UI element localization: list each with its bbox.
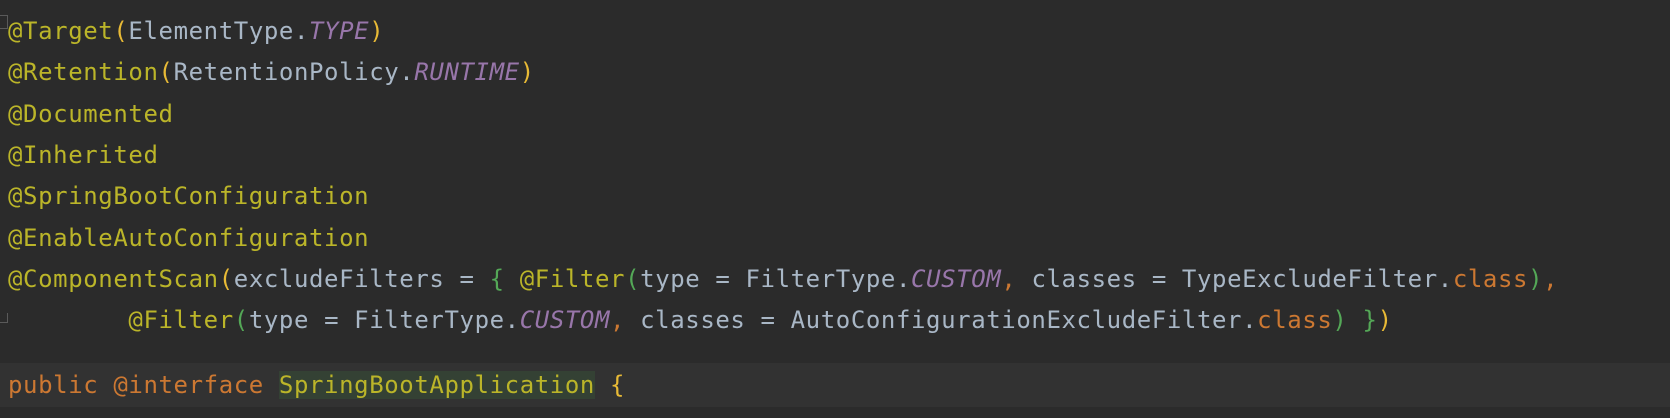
code-line-4[interactable]: @Inherited <box>0 133 1670 177</box>
indent-token <box>8 306 128 334</box>
code-line-6[interactable]: @EnableAutoConfiguration <box>0 216 1670 260</box>
comma-token: , <box>1001 265 1032 293</box>
annotation-token: @SpringBootConfiguration <box>8 182 370 210</box>
plain-token: type = FilterType. <box>640 265 912 293</box>
paren-token: ( <box>218 265 234 293</box>
comma-token: , <box>610 306 641 334</box>
annotation-token: @Documented <box>8 100 174 128</box>
keyword-token: class <box>1257 306 1333 334</box>
brace-token: { <box>610 371 626 399</box>
paren-token: ) <box>1377 306 1393 334</box>
paren-token: ( <box>625 265 641 293</box>
constant-token: TYPE <box>309 17 370 45</box>
keyword-token: public <box>8 371 114 399</box>
plain-token: classes = TypeExcludeFilter. <box>1031 265 1453 293</box>
code-line-3[interactable]: @Documented <box>0 92 1670 136</box>
declaration-name-token: SpringBootApplication <box>278 371 595 399</box>
constant-token: CUSTOM <box>911 265 1002 293</box>
code-line-1[interactable]: @Target(ElementType.TYPE) <box>0 9 1670 53</box>
paren-token: ( <box>158 58 174 86</box>
plain-token: excludeFilters = <box>233 265 490 293</box>
annotation-token: @Target <box>8 17 114 45</box>
paren-token: ( <box>233 306 249 334</box>
constant-token: CUSTOM <box>519 306 611 334</box>
paren-token: ) <box>1332 306 1363 334</box>
code-line-2[interactable]: @Retention(RetentionPolicy.RUNTIME) <box>0 50 1670 94</box>
plain-token: classes = AutoConfigurationExcludeFilter… <box>640 306 1258 334</box>
code-line-9[interactable]: public @interface SpringBootApplication … <box>0 363 1670 407</box>
brace-token: { <box>489 265 520 293</box>
paren-token: ) <box>369 17 385 45</box>
brace-token: } <box>1362 306 1378 334</box>
keyword-token: @interface <box>113 371 279 399</box>
keyword-token: class <box>1452 265 1529 293</box>
plain-token: RetentionPolicy. <box>173 58 415 86</box>
paren-token: ) <box>519 58 535 86</box>
plain-token: type = FilterType. <box>248 306 520 334</box>
paren-token: ( <box>113 17 129 45</box>
constant-token: RUNTIME <box>414 58 520 86</box>
code-editor[interactable]: @Target(ElementType.TYPE) @Retention(Ret… <box>0 0 1670 418</box>
code-line-8[interactable]: @Filter(type = FilterType.CUSTOM, classe… <box>0 298 1670 342</box>
code-line-5[interactable]: @SpringBootConfiguration <box>0 174 1670 218</box>
annotation-token: @Filter <box>128 306 234 334</box>
comma-token: , <box>1543 265 1559 293</box>
paren-token: ) <box>1528 265 1544 293</box>
annotation-token: @Filter <box>519 265 626 293</box>
plain-token: ElementType. <box>128 17 310 45</box>
code-line-7[interactable]: @ComponentScan(excludeFilters = { @Filte… <box>0 257 1670 301</box>
annotation-token: @ComponentScan <box>8 265 219 293</box>
annotation-token: @Inherited <box>8 141 159 169</box>
annotation-token: @Retention <box>8 58 159 86</box>
annotation-token: @EnableAutoConfiguration <box>8 224 370 252</box>
